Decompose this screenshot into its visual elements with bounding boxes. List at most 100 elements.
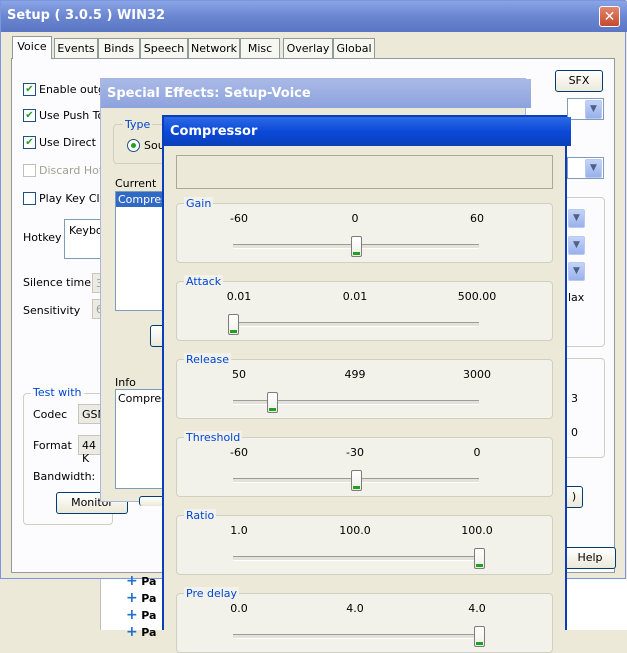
setup-title: Setup ( 3.0.5 ) WIN32 (7, 8, 166, 23)
slider-group: Release 50 499 3000 (176, 353, 553, 419)
tree-expand-icon[interactable]: + (126, 624, 138, 640)
dropdown-arrow-icon[interactable]: ▼ (585, 100, 602, 119)
slider-thumb[interactable] (350, 470, 362, 491)
slider-group: Threshold -60 -30 0 (176, 431, 553, 497)
slider-min-value: -60 (230, 446, 248, 459)
slider-thumb[interactable] (473, 548, 485, 569)
right-partial-button[interactable]: ) (565, 486, 583, 508)
checkbox-label: Use Push To (39, 109, 105, 122)
enable-outgoing-checkbox[interactable]: ✔ (23, 83, 36, 96)
slider-track[interactable] (233, 556, 479, 561)
tree-left-pane (0, 579, 101, 630)
tab-misc[interactable]: Misc (240, 38, 280, 58)
play-key-click-checkbox[interactable] (23, 192, 36, 205)
slider-current-value: 100.0 (339, 524, 371, 537)
dropdown-arrow-icon[interactable]: ▼ (568, 262, 585, 281)
format-label: Format (33, 439, 72, 452)
slider-max-value: 3000 (463, 368, 491, 381)
right-value-2: 0 (571, 426, 578, 439)
tree-item[interactable]: + Pa (126, 590, 156, 607)
sensitivity-label: Sensitivity (23, 304, 81, 317)
help-button[interactable]: Help (564, 547, 616, 569)
slider-min-value: 0.0 (230, 602, 248, 615)
tree-item[interactable]: + Pa (126, 607, 156, 624)
dropdown-arrow-icon[interactable]: ▼ (568, 236, 585, 255)
current-label: Current (115, 177, 157, 190)
info-label: Info (115, 376, 136, 389)
slider-group: Gain -60 0 60 (176, 197, 553, 263)
slider-label: Threshold (184, 431, 243, 444)
tree-expand-icon[interactable]: + (126, 573, 138, 589)
check-icon: ✔ (25, 84, 34, 95)
slider-thumb[interactable] (266, 392, 278, 413)
current-effects-list[interactable]: Compres (115, 191, 167, 311)
slider-label: Release (184, 353, 231, 366)
slider-thumb[interactable] (227, 314, 239, 335)
slider-min-value: 1.0 (230, 524, 248, 537)
tab-speech[interactable]: Speech (140, 38, 188, 58)
slider-group: Ratio 1.0 100.0 100.0 (176, 509, 553, 575)
right-value-group (561, 358, 605, 458)
slider-label: Gain (184, 197, 214, 210)
slider-current-value: 499 (344, 368, 366, 381)
tree-item[interactable]: + Pa (126, 573, 156, 590)
close-button[interactable]: ✕ (599, 6, 620, 27)
slider-current-value: 0.01 (342, 290, 368, 303)
slider-group: Pre delay 0.0 4.0 4.0 (176, 587, 553, 653)
silence-time-label: Silence time (23, 276, 91, 289)
slider-label: Pre delay (184, 587, 240, 600)
tree-items: + Pa + Pa + Pa + Pa (126, 573, 156, 641)
checkbox-label: Discard Hotk (39, 164, 110, 177)
slider-current-value: -30 (346, 446, 364, 459)
slider-track[interactable] (233, 322, 479, 327)
codec-label: Codec (33, 408, 68, 421)
check-icon: ✔ (25, 137, 34, 148)
special-effects-title-bar[interactable]: Special Effects: Setup-Voice (101, 79, 531, 108)
compressor-title-bar[interactable]: Compressor (164, 117, 571, 146)
tree-expand-icon[interactable]: + (126, 607, 138, 623)
slider-max-value: 500.00 (457, 290, 497, 303)
tab-network[interactable]: Network (188, 38, 240, 58)
type-label: Type (123, 118, 153, 131)
slider-track[interactable] (233, 634, 479, 639)
compressor-display (176, 155, 553, 189)
slider-max-value: 60 (470, 212, 484, 225)
dropdown-arrow-icon[interactable]: ▼ (568, 209, 585, 228)
check-icon: ✔ (25, 110, 34, 121)
hotkey-label: Hotkey (23, 231, 62, 244)
slider-max-value: 100.0 (461, 524, 493, 537)
compressor-window: Compressor Gain -60 0 60 Attack 0.01 0.01 500.0… (162, 115, 571, 653)
list-item[interactable]: Compres (116, 192, 167, 207)
tab-voice[interactable]: Voice (12, 36, 52, 59)
push-to-talk-checkbox[interactable]: ✔ (23, 109, 36, 122)
max-label: lax (568, 291, 585, 304)
sfx-button[interactable]: SFX (555, 70, 603, 92)
tab-overlay[interactable]: Overlay (283, 38, 333, 58)
discard-hotkey-checkbox[interactable] (23, 164, 36, 177)
slider-max-value: 0 (473, 446, 481, 459)
slider-thumb[interactable] (350, 236, 362, 257)
slider-current-value: 0 (351, 212, 359, 225)
slider-label: Ratio (184, 509, 217, 522)
slider-min-value: 50 (232, 368, 246, 381)
right-value-1: 3 (571, 392, 578, 405)
slider-current-value: 4.0 (346, 602, 364, 615)
slider-min-value: 0.01 (226, 290, 252, 303)
radio-icon[interactable] (127, 139, 140, 152)
slider-thumb[interactable] (473, 626, 485, 647)
slider-max-value: 4.0 (468, 602, 486, 615)
dropdown-arrow-icon[interactable]: ▼ (585, 159, 602, 178)
slider-group: Attack 0.01 0.01 500.00 (176, 275, 553, 341)
slider-min-value: -60 (230, 212, 248, 225)
direct-input-checkbox[interactable]: ✔ (23, 136, 36, 149)
tab-binds[interactable]: Binds (98, 38, 140, 58)
tab-events[interactable]: Events (54, 38, 98, 58)
setup-title-bar[interactable]: Setup ( 3.0.5 ) WIN32 (1, 1, 627, 32)
tree-expand-icon[interactable]: + (126, 590, 138, 606)
bandwidth-label: Bandwidth: (33, 470, 96, 483)
tab-global[interactable]: Global (333, 38, 375, 58)
slider-label: Attack (184, 275, 224, 288)
tree-item[interactable]: + Pa (126, 624, 156, 641)
test-with-label: Test with (31, 386, 84, 399)
compressor-title: Compressor (170, 124, 258, 139)
